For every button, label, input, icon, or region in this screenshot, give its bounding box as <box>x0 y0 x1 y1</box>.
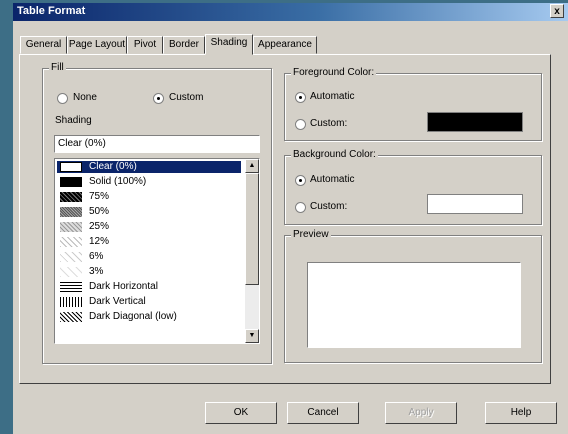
foreground-custom-radio[interactable] <box>295 119 306 130</box>
list-item[interactable]: 3% <box>57 266 241 278</box>
tab-label: Pivot <box>133 39 157 50</box>
scroll-up-icon[interactable]: ▲ <box>245 159 259 173</box>
list-item-label: 75% <box>89 191 110 202</box>
cancel-button[interactable]: Cancel <box>287 402 359 424</box>
background-title: Background Color: <box>291 149 378 160</box>
background-group: Background Color: Automatic Custom: <box>284 149 542 225</box>
tab-general[interactable]: General <box>20 36 67 54</box>
list-item[interactable]: Dark Diagonal (low) <box>57 311 241 323</box>
list-item[interactable]: Solid (100%) <box>57 176 241 188</box>
scroll-down-icon[interactable]: ▼ <box>245 329 259 343</box>
list-item-label: 3% <box>89 266 104 277</box>
list-item[interactable]: Dark Horizontal <box>57 281 241 293</box>
shading-swatch <box>60 192 82 202</box>
ok-button[interactable]: OK <box>205 402 277 424</box>
tab-label: Border <box>168 39 199 50</box>
foreground-automatic-radio[interactable] <box>295 92 306 103</box>
foreground-title: Foreground Color: <box>291 67 377 78</box>
shading-swatch <box>60 207 82 217</box>
list-item-label: Dark Vertical <box>89 296 146 307</box>
list-item-label: Dark Horizontal <box>89 281 158 292</box>
list-item-label: Solid (100%) <box>89 176 147 187</box>
apply-button[interactable]: Apply <box>385 402 457 424</box>
list-item[interactable]: Clear (0%) <box>57 161 241 173</box>
shading-listbox[interactable]: ▲ ▼ Clear (0%) Solid (100%) 75% 50% 25% 12% 6%… <box>54 158 260 344</box>
foreground-custom-label: Custom: <box>310 118 348 129</box>
tab-border[interactable]: Border <box>163 36 205 54</box>
list-scrollbar[interactable]: ▲ ▼ <box>245 159 259 343</box>
list-item[interactable]: 6% <box>57 251 241 263</box>
list-item[interactable]: 25% <box>57 221 241 233</box>
shading-swatch <box>60 282 82 292</box>
fill-none-radio[interactable] <box>57 93 68 104</box>
foreground-color-swatch[interactable] <box>427 112 523 132</box>
window-title: Table Format <box>17 5 86 17</box>
tab-page-layout[interactable]: Page Layout <box>67 36 127 54</box>
shading-swatch <box>60 267 82 277</box>
list-item-label: Clear (0%) <box>89 161 137 172</box>
close-icon[interactable]: x <box>550 4 564 18</box>
shading-swatch <box>60 297 82 307</box>
list-item[interactable]: 75% <box>57 191 241 203</box>
background-custom-label: Custom: <box>310 201 348 212</box>
preview-title: Preview <box>291 229 331 240</box>
shading-swatch <box>60 237 82 247</box>
scroll-thumb[interactable] <box>245 173 259 285</box>
tab-label: Shading <box>210 37 248 48</box>
list-item[interactable]: 50% <box>57 206 241 218</box>
shading-swatch <box>60 162 82 172</box>
background-automatic-label: Automatic <box>310 174 355 185</box>
background-automatic-radio[interactable] <box>295 175 306 186</box>
shading-label: Shading <box>55 115 92 126</box>
fill-none-label: None <box>73 92 97 103</box>
foreground-automatic-label: Automatic <box>310 91 355 102</box>
fill-group: Fill None Custom Shading Clear (0%) ▲ ▼ … <box>42 62 272 364</box>
tab-label: Page Layout <box>68 39 126 50</box>
list-item-label: 12% <box>89 236 110 247</box>
tab-appearance[interactable]: Appearance <box>253 36 317 54</box>
shading-field[interactable]: Clear (0%) <box>54 135 260 153</box>
fill-group-title: Fill <box>49 62 66 73</box>
preview-box <box>307 262 521 348</box>
tab-shading[interactable]: Shading <box>205 34 253 55</box>
help-button[interactable]: Help <box>485 402 557 424</box>
shading-swatch <box>60 252 82 262</box>
title-bar[interactable]: Table Format x <box>13 3 568 21</box>
list-item-label: 50% <box>89 206 110 217</box>
shading-swatch <box>60 177 82 187</box>
list-item[interactable]: 12% <box>57 236 241 248</box>
list-item-label: 6% <box>89 251 104 262</box>
list-item-label: 25% <box>89 221 110 232</box>
fill-custom-label: Custom <box>169 92 204 103</box>
list-item[interactable]: Dark Vertical <box>57 296 241 308</box>
background-custom-radio[interactable] <box>295 202 306 213</box>
shading-swatch <box>60 312 82 322</box>
foreground-group: Foreground Color: Automatic Custom: <box>284 67 542 141</box>
list-item-label: Dark Diagonal (low) <box>89 311 177 322</box>
shading-swatch <box>60 222 82 232</box>
fill-custom-radio[interactable] <box>153 93 164 104</box>
background-color-swatch[interactable] <box>427 194 523 214</box>
shading-tab-page: Fill None Custom Shading Clear (0%) ▲ ▼ … <box>19 54 551 384</box>
preview-group: Preview <box>284 229 542 363</box>
tab-label: General <box>25 39 62 50</box>
tab-pivot[interactable]: Pivot <box>127 36 163 54</box>
tab-label: Appearance <box>258 39 312 50</box>
